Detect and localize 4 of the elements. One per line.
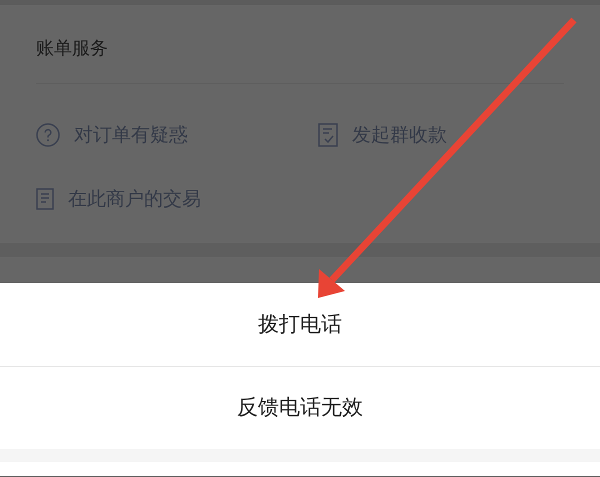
checklist-document-icon	[318, 123, 338, 147]
question-icon	[36, 123, 60, 147]
document-icon	[36, 188, 54, 210]
section-title: 账单服务	[36, 5, 564, 84]
